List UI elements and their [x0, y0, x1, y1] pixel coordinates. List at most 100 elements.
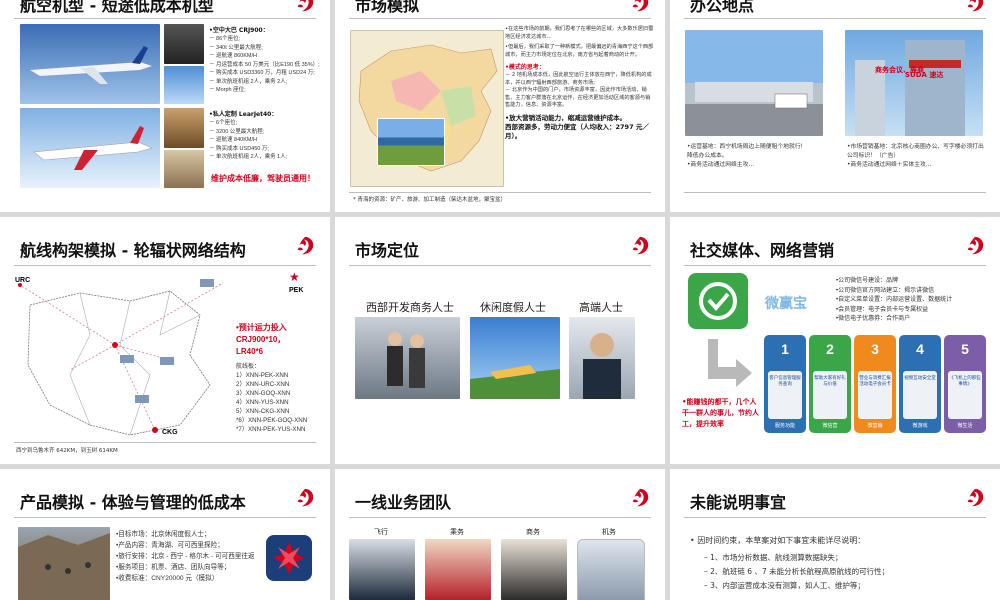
puzzle-label: 微生活 — [957, 423, 973, 429]
airplane-icon — [30, 46, 152, 84]
crj900-spec-item: － Morph 座位; — [209, 87, 246, 93]
slide-title: 社交媒体、网络营销 — [690, 241, 835, 260]
product-detail-item: •产品内容：青海湖、可可西里探险； — [116, 542, 224, 549]
marketing-base-note: •商务活动通过网络＋实体主攻… — [847, 162, 932, 168]
conclusion-line-1: •放大营销活动能力，缩减运营维护成本。 — [505, 113, 627, 122]
puzzle-piece: 5 《飞机上的那些事情》微生活 — [944, 335, 986, 433]
phoenix-logo-icon — [629, 0, 651, 14]
efficiency-slogan: •能赚钱的都干，几个人干一群人的事儿，节约人工，提升效率 — [682, 398, 759, 428]
phoenix-logo-icon — [294, 0, 316, 14]
model-thinking-item: － 北京作为中国的门户，市场资源丰富，因此作市场活动、销售、主力客户群落在北京运… — [505, 87, 651, 108]
puzzle-description: 客户信息管理服务查询 — [768, 371, 802, 419]
urc-label: URC — [15, 277, 31, 284]
crj900-heading: •空中大巴 CRJ900： — [209, 27, 269, 34]
issue-item: – 2、航班链 6 、7 未能分析长航程高原航线的可行性； — [704, 567, 890, 576]
team-label: 飞行 — [374, 528, 388, 536]
divider — [349, 192, 651, 193]
puzzle-description: 《飞机上的那些事情》 — [948, 371, 982, 419]
crj900-spec-list: •空中大巴 CRJ900： － 86个座位; － 340t 公里最大航程; － 巡航… — [209, 26, 329, 95]
market-notes: •在这些市场的前期，我们思考了在哪些的区域，大多数乐居旧蜀地区经济发达城市… •… — [505, 26, 655, 141]
leisure-photo — [470, 317, 560, 399]
puzzle-number: 3 — [871, 341, 879, 357]
qinghai-lake-photo — [377, 118, 445, 166]
slide-market-simulation[interactable]: 市场模拟 •在这些市场的前期，我们思考了在哪些的区域，大多数乐居旧蜀地区经济发达… — [335, 0, 665, 212]
puzzle-label: 微游戏 — [912, 423, 928, 429]
crj900-photo — [20, 24, 160, 104]
route-map — [18, 279, 224, 436]
crj900-specs: － 86个座位; － 340t 公里最大航程; － 巡航速 860KM/H － 月运营… — [209, 35, 329, 95]
learjet-cabin-photo — [164, 108, 204, 148]
product-detail-item: •服务项目：机票、酒店、团队向导等； — [116, 564, 231, 571]
issue-item: – 1、市场分析数据、航线测算数据缺失； — [704, 553, 843, 562]
ops-base-notes: •运营基地：西宁机场周边上随便租个地就行! 降低办公成本。 •商务活动通过网络主攻… — [687, 143, 827, 170]
model-thinking-list: － 2 地机场成本低，因此航空运行主体放在西宁，降低机构的成本，并以西宁辐射西部… — [505, 72, 655, 110]
learjet-specs: － 6个座位; － 3200 公里最大航程; － 巡航速 840KM/H － 购买成本… — [209, 119, 329, 162]
wechat-feature-item: •会员管理：电子会员卡与专属权益 — [836, 306, 929, 313]
team-label: 商务 — [526, 528, 540, 536]
puzzle-label: 微营销 — [867, 423, 883, 429]
slide-office-location[interactable]: 办公地点 商务会议、展商 SUDA 速达 •运营基地：西宁机场周边上随便租个地就… — [670, 0, 1000, 212]
market-paragraph-1: •在这些市场的前期，我们思考了在哪些的区域，大多数乐居旧蜀地区经济发达城市… — [505, 26, 654, 40]
learjet-spec-item: － 6个座位; — [209, 120, 238, 126]
puzzle-description: 营业与消费汇报活动电子会员卡 — [858, 371, 892, 419]
divider — [684, 517, 986, 518]
slide-social-media[interactable]: 社交媒体、网络营销 微赢宝 •公司微信号建设：品牌 •公司微信官方网站建立：揭示讲… — [670, 217, 1000, 464]
maintenance-note: 维护成本低廉，驾驶员通用！ — [211, 174, 315, 183]
crj900-spec-item: － 巡航速 860KM/H — [209, 53, 257, 59]
phoenix-logo-icon — [294, 487, 316, 509]
puzzle-number: 5 — [961, 341, 969, 357]
crj900-cabin-photo — [164, 24, 204, 64]
wechat-feature-item: •自定义菜单设置：内部运营设置、数据统计 — [836, 297, 953, 303]
team-label: 乘务 — [450, 528, 464, 536]
resources-footnote: * 青海的资源：矿产、旅游、加工制造（柴达木盆地，聚宝盆） — [353, 197, 507, 203]
wechat-feature-list: •公司微信号建设：品牌 •公司微信官方网站建立：揭示讲微信 •自定义菜单设置：内部运… — [836, 277, 952, 325]
learjet-spec-item: － 单次航班机组 2人，乘务 1人; — [209, 154, 288, 160]
product-detail-item: •收费标准：CNY20000 元（模拟） — [116, 575, 219, 582]
puzzle-piece: 1 客户信息管理服务查询 服务功能 — [764, 335, 806, 433]
market-paragraph-2: •但最后，我们采取了一种新模式，把最偏远的青海西宁这个西部城市，而主力市场定位在… — [505, 44, 654, 58]
crj900-spec-item: － 购买成本 USD3360 万，月租 USD24 万; — [209, 70, 315, 76]
wechat-feature-item: •微信电子优惠券：合作商户 — [836, 316, 911, 322]
product-detail-item: •旅行安排：北京 - 西宁 - 格尔木 - 可可西里往返 — [116, 553, 255, 560]
beijing-office-photo — [845, 30, 983, 136]
slide-open-issues[interactable]: 未能说明事宜 • 因时间约束，本草案对如下事宜未能详尽说明： – 1、市场分析数… — [670, 469, 1000, 600]
slide-title: 未能说明事宜 — [690, 493, 787, 512]
puzzle-piece: 2 帮助大家有好礼与价值 微信营 — [809, 335, 851, 433]
route-item: *7）XNN-PEK-YUS-XNN — [236, 426, 306, 433]
divider — [14, 265, 316, 266]
puzzle-description: 视频互动安全室 — [903, 371, 937, 419]
slide-title: 市场定位 — [355, 241, 420, 260]
segment-business: 西部开发商务人士 — [366, 301, 454, 314]
slide-product-simulation[interactable]: 产品模拟 - 体验与管理的低成本 •目标市场：北京休闲度假人士； •产品内容：青海… — [0, 469, 330, 600]
issues-intro: • 因时间约束，本草案对如下事宜未能详尽说明： — [690, 536, 866, 545]
crj900-spec-item: － 340t 公里最大航程; — [209, 44, 263, 51]
divider — [349, 18, 651, 19]
model-thinking-heading: •模式的思考： — [505, 64, 545, 71]
slide-market-positioning[interactable]: 市场定位 西部开发商务人士 休闲度假人士 高端人士 — [335, 217, 665, 464]
segment-leisure: 休闲度假人士 — [480, 301, 546, 314]
team-photo — [577, 539, 645, 600]
crj900-spec-item: － 单次航班机组 2人，乘务 2人; — [209, 78, 288, 85]
product-detail-item: •目标市场：北京休闲度假人士； — [116, 531, 211, 538]
segment-high-end: 高端人士 — [579, 301, 623, 314]
puzzle-description: 帮助大家有好礼与价值 — [813, 371, 847, 419]
issues-list: – 1、市场分析数据、航线测算数据缺失； – 2、航班链 6 、7 未能分析长航程… — [704, 551, 889, 593]
marketing-base-note: •市场营销基地：北京核心商圈办公、写字楼必须打出公司标识！（广告） — [847, 144, 984, 159]
phoenix-logo-icon — [964, 487, 986, 509]
ops-base-note: •运营基地：西宁机场周边上随便租个地就行! — [687, 144, 803, 150]
learjet-spec-item: － 3200 公里最大航程; — [209, 128, 265, 135]
team-photo — [501, 539, 567, 600]
slide-frontline-team[interactable]: 一线业务团队 飞行 乘务 商务 机务 — [335, 469, 665, 600]
slide-route-network[interactable]: 航线构架模拟 - 轮辐状网络结构 URC ★ PEK CKG •预计运力投入 C… — [0, 217, 330, 464]
routes-heading: 航线板： — [236, 363, 261, 370]
divider — [684, 18, 986, 19]
learjet-spec-list: •私人定制 LearJet40： － 6个座位; － 3200 公里最大航程; － … — [209, 110, 329, 162]
business-people-photo — [355, 317, 460, 399]
fleet-line-2: CRJ900*10， — [236, 335, 286, 344]
route-list: 1）XNN-PEK-XNN 2）XNN-URC-XNN 3）XNN-GOQ-XNN 4… — [236, 371, 326, 434]
learjet-spec-item: － 巡航速 840KM/H — [209, 137, 257, 143]
distance-footnote: 西宁到乌鲁木齐 642KM，到玉树 614KM — [16, 448, 118, 454]
route-item: 4）XNN-YUS-XNN — [236, 399, 289, 406]
slide-aircraft[interactable]: 航空机型 - 短途低成本机型 •空中大巴 CRJ900： － 86个座位; － 3… — [0, 0, 330, 212]
puzzle-piece: 3 营业与消费汇报活动电子会员卡微营销 — [854, 335, 896, 433]
